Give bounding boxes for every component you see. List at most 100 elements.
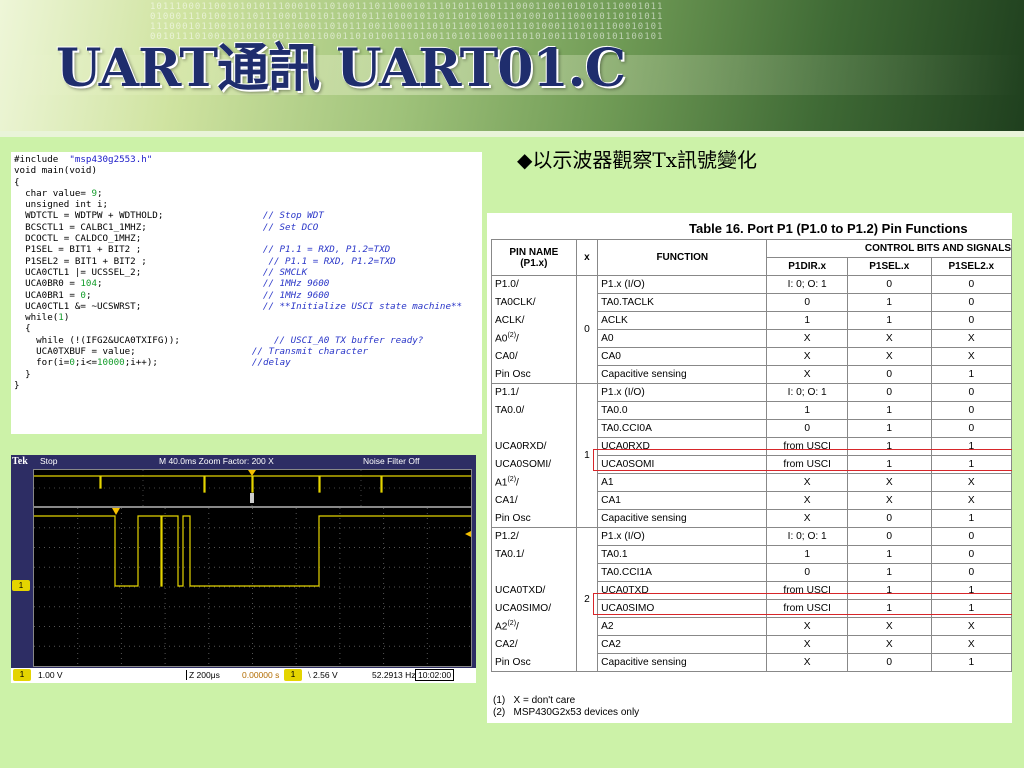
function-cell: ACLK: [597, 311, 768, 330]
trigger-level: ⧵ 2.56 V: [308, 670, 338, 680]
control-bit-cell: 0: [846, 527, 932, 546]
code-listing: #include "msp430g2553.h" void main(void){…: [11, 152, 482, 434]
control-bit-cell: 1: [846, 563, 932, 582]
code-line: P1SEL2 = BIT1 + BIT2 ; // P1.1 = RXD, P1…: [14, 256, 479, 267]
pin-name-cell: CA1/: [491, 491, 577, 510]
function-cell: CA1: [597, 491, 768, 510]
code-line: UCA0BR0 = 104; // 1MHz 9600: [14, 278, 479, 289]
control-bit-cell: 0: [930, 401, 1012, 420]
pin-name-cell: [491, 563, 577, 582]
control-bit-cell: X: [766, 329, 848, 348]
table-row: TA0CLK/TA0.TACLK 0 1 0: [491, 293, 1012, 312]
table-row: TA0.CCI1A 0 1 0: [491, 563, 1012, 582]
code-token: 10000: [97, 357, 125, 369]
table-row: ACLK/ACLK 1 1 0: [491, 311, 1012, 330]
function-cell: TA0.TACLK: [597, 293, 768, 312]
zoom-waveform: [34, 508, 471, 666]
ch1-badge: 1: [13, 669, 31, 681]
function-cell: Capacitive sensing: [597, 365, 768, 384]
code-token: unsigned int i;: [14, 199, 109, 211]
code-token: while(: [14, 312, 59, 324]
code-token: UCA0CTL1 &= ~UCSWRST;: [14, 300, 263, 312]
control-bit-cell: X: [766, 617, 848, 636]
control-bit-cell: 0: [766, 419, 848, 438]
code-token: BCSCTL1 = CALBC1_1MHZ;: [14, 221, 263, 233]
control-bit-cell: 0: [766, 293, 848, 312]
header-p1sel: P1SEL.x: [846, 257, 932, 276]
control-bit-cell: 0: [930, 311, 1012, 330]
pin-name-cell: UCA0SIMO/: [491, 599, 577, 618]
pin-function-table: Table 16. Port P1 (P1.0 to P1.2) Pin Fun…: [487, 213, 1012, 723]
code-token: P1SEL2 = BIT1 + BIT2 ;: [14, 255, 269, 267]
control-bit-cell: 0: [846, 653, 932, 672]
code-token: ;: [85, 289, 263, 301]
control-bit-cell: X: [846, 491, 932, 510]
control-bit-cell: X: [766, 509, 848, 528]
control-bit-cell: X: [846, 347, 932, 366]
bullet-text: 以示波器觀察Tx訊號變化: [532, 148, 758, 172]
code-token: // SMCLK: [262, 266, 308, 278]
zoom-time: Z 200μs: [186, 670, 220, 680]
code-line: while (!(IFG2&UCA0TXIFG)); // USCI_A0 TX…: [14, 335, 479, 346]
control-bit-cell: X: [846, 473, 932, 492]
header-x: x: [575, 239, 599, 276]
code-token: char value=: [14, 187, 92, 199]
pin-name-cell: [491, 419, 577, 438]
code-token: ): [63, 312, 70, 324]
code-line: UCA0TXBUF = value; // Transmit character: [14, 346, 479, 357]
control-bit-cell: X: [766, 635, 848, 654]
control-bit-cell: X: [766, 473, 848, 492]
control-bit-cell: 0: [930, 293, 1012, 312]
diamond-bullet-icon: ◆: [517, 148, 533, 172]
pin-name-cell: ACLK/: [491, 311, 577, 330]
table-title: Table 16. Port P1 (P1.0 to P1.2) Pin Fun…: [689, 221, 968, 236]
code-token: UCA0BR0 =: [14, 278, 81, 290]
scope-state: Stop: [40, 456, 58, 466]
clock-readout: 10:02:00: [415, 669, 455, 681]
control-bit-cell: X: [930, 617, 1012, 636]
code-line: char value= 9;: [14, 188, 479, 199]
ch1-marker: 1: [12, 580, 30, 591]
code-token: ;: [97, 278, 263, 290]
code-token: // P1.1 = RXD, P1.2=TXD: [262, 244, 391, 256]
control-bit-cell: 0: [846, 383, 932, 402]
pin-name-cell: TA0.0/: [491, 401, 577, 420]
pin-name-cell: A1(2)/: [491, 473, 577, 492]
control-bit-cell: 0: [766, 563, 848, 582]
header-control-bits: CONTROL BITS AND SIGNALS: [766, 239, 1012, 258]
control-bit-cell: 0: [930, 419, 1012, 438]
bullet-caption: ◆以示波器觀察Tx訊號變化: [517, 144, 757, 173]
code-line: void main(void): [14, 165, 479, 176]
control-bit-cell: 0: [930, 275, 1012, 294]
table-row: A1(2)/A1 X X X: [491, 473, 1012, 492]
x-cell: 0: [575, 275, 599, 384]
control-bit-cell: 0: [846, 365, 932, 384]
code-token: }: [14, 379, 20, 391]
pin-name-cell: CA0/: [491, 347, 577, 366]
function-cell: P1.x (I/O): [597, 383, 768, 402]
oscilloscope-capture: Tek Stop M 40.0ms Zoom Factor: 200 X Noi…: [11, 455, 476, 683]
control-bit-cell: X: [930, 635, 1012, 654]
control-bit-cell: 1: [846, 311, 932, 330]
trigger-channel: 1: [284, 669, 302, 681]
function-cell: TA0.CCI1A: [597, 563, 768, 582]
control-bit-cell: I: 0; O: 1: [766, 383, 848, 402]
code-token: // 1MHz 9600: [262, 289, 330, 301]
code-token: // P1.1 = RXD, P1.2=TXD: [268, 255, 396, 267]
table-row: CA0/CA0 X X X: [491, 347, 1012, 366]
table-row: A2(2)/A2 X X X: [491, 617, 1012, 636]
pin-name-cell: CA2/: [491, 635, 577, 654]
pin-name-cell: A2(2)/: [491, 617, 577, 636]
code-line: unsigned int i;: [14, 199, 479, 210]
table-row: P1.2/2 P1.x (I/O) I: 0; O: 100: [491, 527, 1012, 672]
footnote: (2) MSP430G2x53 devices only: [493, 707, 640, 718]
code-line: while(1): [14, 312, 479, 323]
control-bit-cell: X: [930, 329, 1012, 348]
code-token: for(i=: [14, 357, 70, 369]
table-row: P1.0/0 P1.x (I/O) I: 0; O: 100: [491, 275, 1012, 384]
table-row: Pin Osc Capacitive sensing X 0 1: [491, 509, 1012, 528]
table-row: Pin Osc Capacitive sensing X 0 1: [491, 365, 1012, 384]
frequency-readout: 52.2913 Hz: [372, 670, 416, 680]
highlight-uca0txd: [593, 593, 1012, 615]
code-line: UCA0CTL1 |= UCSSEL_2; // SMCLK: [14, 267, 479, 278]
